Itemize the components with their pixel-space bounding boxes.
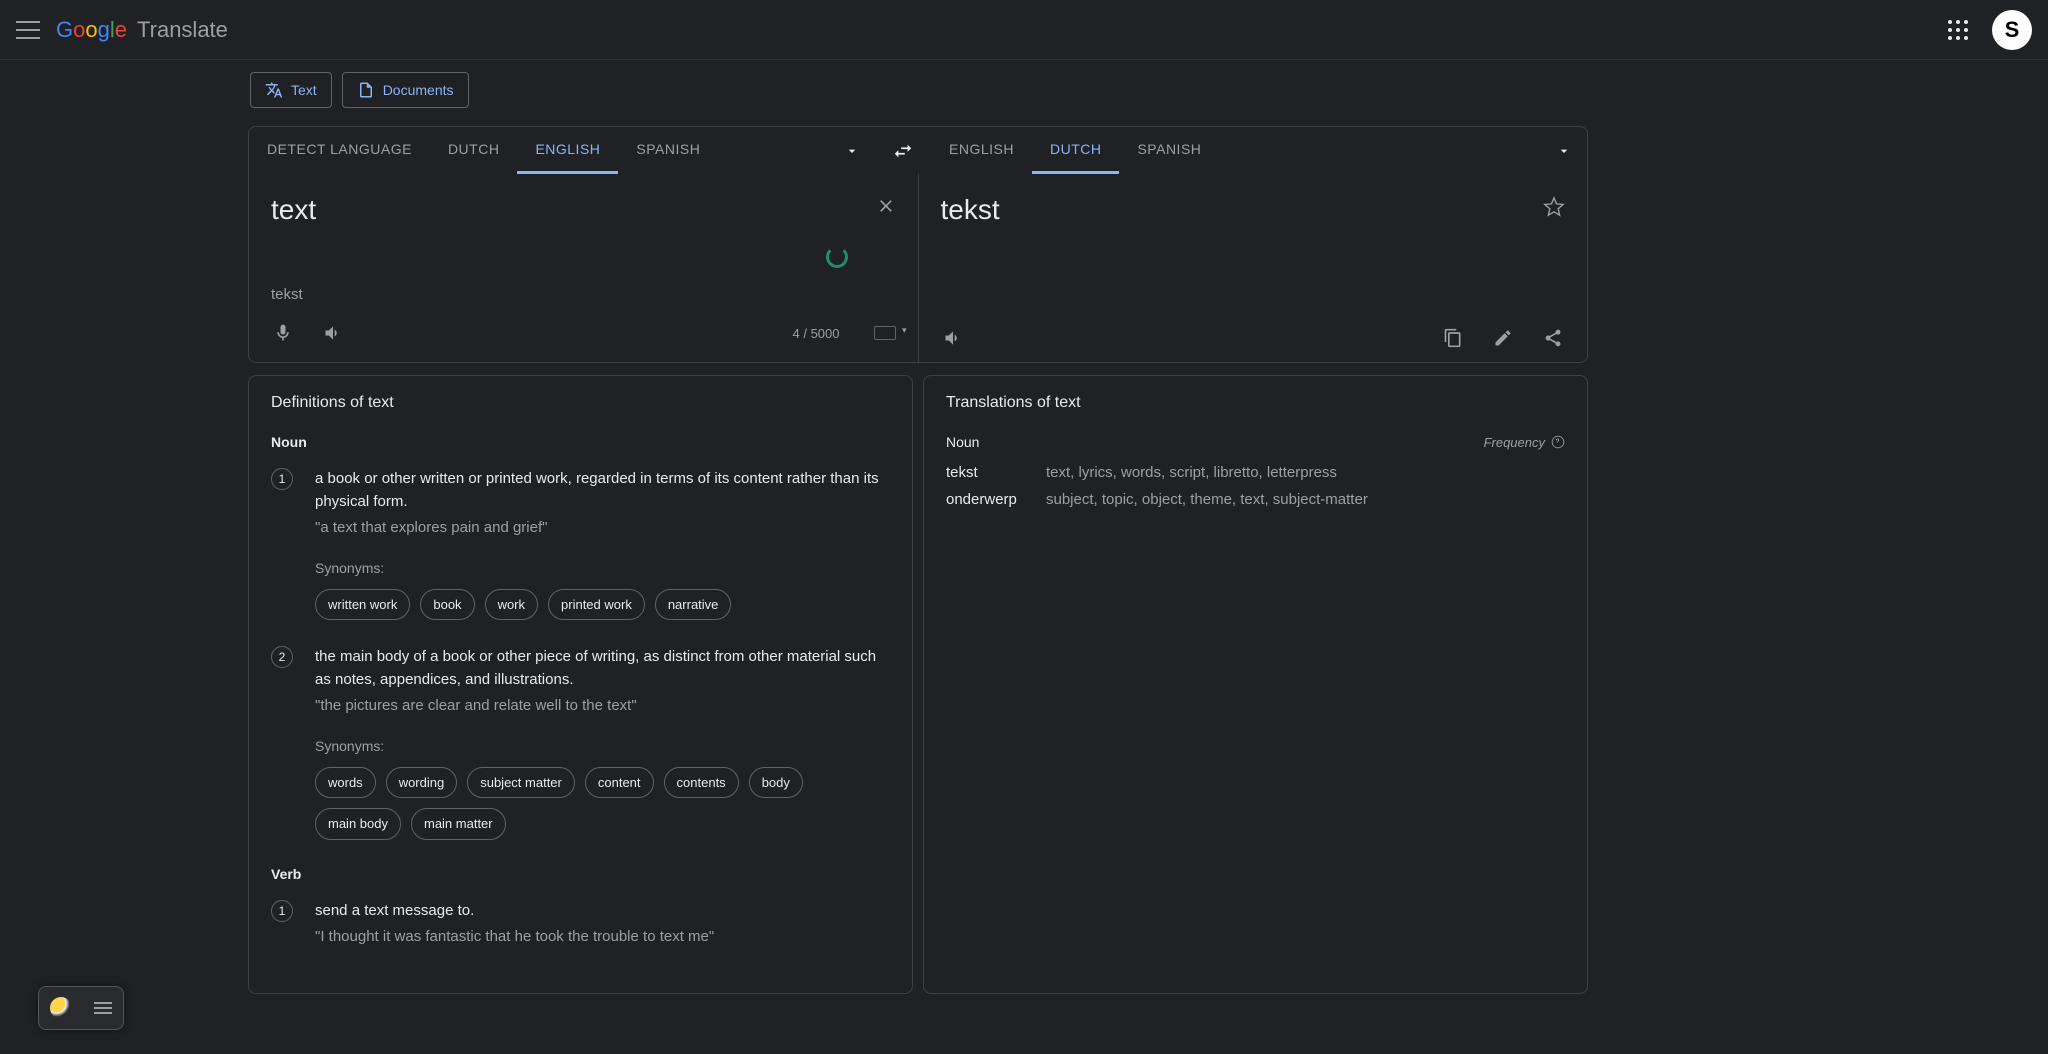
pos-noun-label: Noun <box>271 434 890 450</box>
target-lang-dutch[interactable]: DUTCH <box>1032 127 1120 174</box>
definition-number: 2 <box>271 646 293 668</box>
mode-text-label: Text <box>291 82 317 98</box>
synonym-chip[interactable]: words <box>315 767 376 799</box>
star-outline-icon <box>1543 196 1565 218</box>
translation-output: tekst <box>941 194 1566 226</box>
synonym-chip[interactable]: narrative <box>655 589 732 621</box>
target-lang-expand[interactable] <box>1541 127 1587 174</box>
pencil-icon <box>1493 328 1513 348</box>
definition-entry: 2 the main body of a book or other piece … <box>271 646 890 840</box>
account-avatar[interactable]: S <box>1992 10 2032 50</box>
swap-icon <box>892 140 914 162</box>
source-lang-english[interactable]: ENGLISH <box>517 127 618 174</box>
loading-spinner <box>826 246 848 268</box>
synonym-chip[interactable]: book <box>420 589 474 621</box>
speaker-icon <box>323 323 343 343</box>
keyboard-toggle[interactable] <box>874 326 896 340</box>
definition-example: "a text that explores pain and grief" <box>315 517 890 540</box>
definition-number: 1 <box>271 900 293 922</box>
swap-languages-button[interactable] <box>875 127 931 174</box>
share-button[interactable] <box>1541 326 1565 350</box>
synonym-chip[interactable]: content <box>585 767 654 799</box>
target-panel: tekst <box>919 174 1588 362</box>
definition-text: send a text message to. <box>315 900 890 923</box>
definition-number: 1 <box>271 468 293 490</box>
document-icon <box>357 81 375 99</box>
weather-text-lines <box>94 999 112 1017</box>
frequency-label: Frequency <box>1484 435 1565 450</box>
copy-button[interactable] <box>1441 326 1465 350</box>
listen-target-button[interactable] <box>941 326 965 350</box>
voice-input-button[interactable] <box>271 321 295 345</box>
definition-entry: 1 a book or other written or printed work… <box>271 468 890 620</box>
source-text-input[interactable] <box>271 194 833 226</box>
source-suggestion[interactable]: tekst <box>271 286 896 303</box>
translation-word[interactable]: tekst <box>946 464 1046 481</box>
target-lang-spanish[interactable]: SPANISH <box>1119 127 1219 174</box>
definition-example: "I thought it was fantastic that he took… <box>315 926 890 949</box>
synonym-chip[interactable]: written work <box>315 589 410 621</box>
trans-pos-label: Noun <box>946 434 979 450</box>
char-count: 4 / 5000 <box>793 326 840 341</box>
source-panel: tekst 4 / 5000 <box>249 174 919 362</box>
translation-row: onderwerpsubject, topic, object, theme, … <box>946 491 1565 508</box>
synonym-chip[interactable]: subject matter <box>467 767 575 799</box>
chevron-down-icon <box>844 143 860 159</box>
translations-card: Translations of text Noun Frequency teks… <box>923 375 1588 994</box>
definitions-card: Definitions of text Noun 1 a book or othe… <box>248 375 913 994</box>
pos-verb-label: Verb <box>271 866 890 882</box>
synonyms-list: words wording subject matter content content… <box>315 767 890 840</box>
weather-icon <box>50 997 72 1019</box>
synonyms-label: Synonyms: <box>315 736 890 757</box>
mode-documents-label: Documents <box>383 82 454 98</box>
definition-example: "the pictures are clear and relate well … <box>315 695 890 718</box>
definitions-title: Definitions of text <box>271 394 890 412</box>
clear-input-button[interactable] <box>876 196 896 222</box>
close-icon <box>876 196 896 216</box>
chevron-down-icon <box>1556 143 1572 159</box>
translation-word[interactable]: onderwerp <box>946 491 1046 508</box>
target-lang-english[interactable]: ENGLISH <box>931 127 1032 174</box>
translations-title: Translations of text <box>946 394 1565 412</box>
definition-text: the main body of a book or other piece o… <box>315 646 890 691</box>
weather-widget[interactable] <box>38 986 124 1030</box>
synonym-chip[interactable]: main body <box>315 808 401 840</box>
app-header: Google Translate S <box>0 0 2048 60</box>
synonym-chip[interactable]: main matter <box>411 808 506 840</box>
translation-reverse: text, lyrics, words, script, libretto, l… <box>1046 464 1337 481</box>
speaker-icon <box>943 328 963 348</box>
copy-icon <box>1443 328 1463 348</box>
translation-reverse: subject, topic, object, theme, text, sub… <box>1046 491 1368 508</box>
listen-source-button[interactable] <box>321 321 345 345</box>
save-translation-button[interactable] <box>1543 196 1565 223</box>
synonym-chip[interactable]: printed work <box>548 589 645 621</box>
definition-text: a book or other written or printed work,… <box>315 468 890 513</box>
synonym-chip[interactable]: work <box>485 589 538 621</box>
menu-icon[interactable] <box>16 18 40 42</box>
translation-row: teksttext, lyrics, words, script, libret… <box>946 464 1565 481</box>
edit-button[interactable] <box>1491 326 1515 350</box>
mode-tabs: Text Documents <box>248 72 1588 108</box>
share-icon <box>1543 328 1563 348</box>
app-logo[interactable]: Google Translate <box>56 17 228 43</box>
synonym-chip[interactable]: body <box>749 767 803 799</box>
source-lang-spanish[interactable]: SPANISH <box>618 127 718 174</box>
google-apps-icon[interactable] <box>1946 18 1970 42</box>
google-wordmark: Google <box>56 17 127 43</box>
translate-icon <box>265 81 283 99</box>
app-name: Translate <box>137 17 228 43</box>
source-lang-detect[interactable]: DETECT LANGUAGE <box>249 127 430 174</box>
synonym-chip[interactable]: wording <box>386 767 458 799</box>
microphone-icon <box>273 323 293 343</box>
help-icon[interactable] <box>1551 435 1565 449</box>
source-lang-dutch[interactable]: DUTCH <box>430 127 518 174</box>
synonyms-label: Synonyms: <box>315 558 890 579</box>
source-lang-expand[interactable] <box>829 127 875 174</box>
synonyms-list: written work book work printed work narrativ… <box>315 589 890 621</box>
synonym-chip[interactable]: contents <box>664 767 739 799</box>
mode-text-button[interactable]: Text <box>250 72 332 108</box>
mode-documents-button[interactable]: Documents <box>342 72 469 108</box>
language-bar: DETECT LANGUAGE DUTCH ENGLISH SPANISH EN… <box>248 126 1588 174</box>
definition-entry: 1 send a text message to. "I thought it wa… <box>271 900 890 949</box>
